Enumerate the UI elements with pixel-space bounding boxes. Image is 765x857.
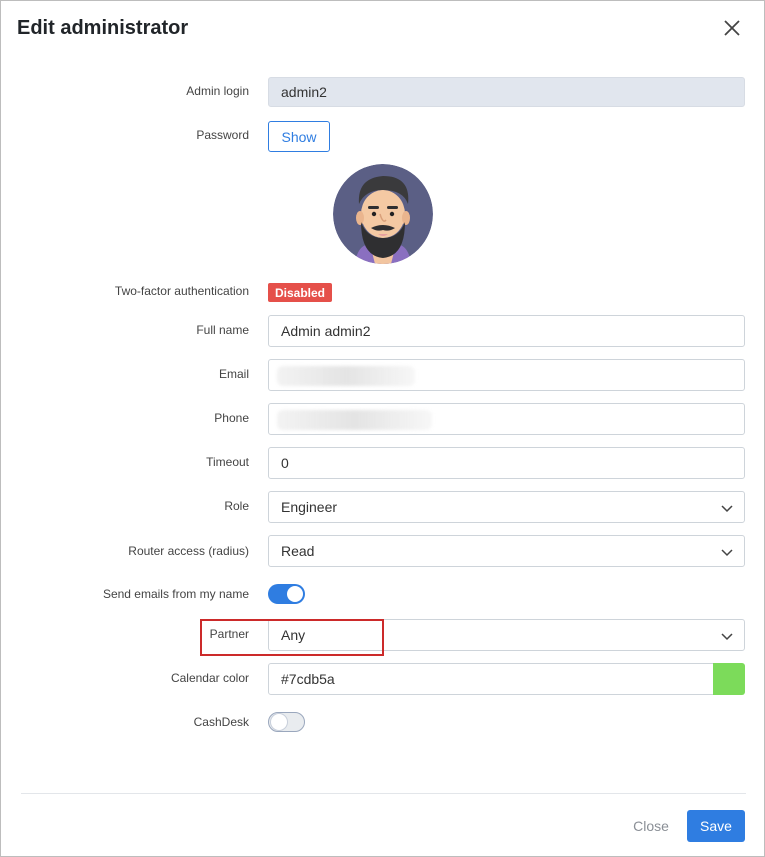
phone-redacted (277, 410, 432, 430)
router-access-select[interactable]: Read (268, 535, 745, 567)
edit-administrator-dialog: Edit administrator Admin login admin2 Pa… (0, 0, 765, 857)
role-value: Engineer (281, 499, 338, 515)
dialog-title: Edit administrator (17, 17, 189, 39)
email-field[interactable] (268, 359, 745, 391)
footer-divider (21, 793, 746, 794)
full-name-label: Full name (196, 323, 249, 337)
timeout-field[interactable]: 0 (268, 447, 745, 479)
router-access-value: Read (281, 543, 315, 559)
admin-login-field: admin2 (268, 77, 745, 107)
admin-login-label: Admin login (186, 84, 249, 98)
phone-label: Phone (214, 411, 249, 425)
email-redacted (277, 366, 415, 386)
toggle-knob (287, 586, 303, 602)
chevron-down-icon (721, 633, 733, 641)
send-emails-label: Send emails from my name (102, 587, 249, 601)
router-access-label: Router access (radius) (128, 544, 249, 558)
partner-select[interactable]: Any (268, 619, 745, 651)
toggle-knob (271, 714, 287, 730)
password-label: Password (196, 128, 249, 142)
calendar-color-label: Calendar color (170, 671, 249, 685)
phone-field[interactable] (268, 403, 745, 435)
full-name-value: Admin admin2 (281, 323, 371, 339)
role-label: Role (224, 499, 249, 513)
email-label: Email (218, 367, 249, 381)
close-button[interactable]: Close (623, 811, 679, 841)
show-password-button[interactable]: Show (268, 121, 330, 152)
calendar-color-value: #7cdb5a (281, 671, 335, 687)
full-name-field[interactable]: Admin admin2 (268, 315, 745, 347)
send-emails-toggle[interactable] (268, 584, 305, 604)
cashdesk-label: CashDesk (193, 715, 249, 729)
partner-label: Partner (209, 627, 249, 641)
partner-value: Any (281, 627, 306, 643)
two-factor-status-badge: Disabled (268, 283, 333, 302)
cashdesk-toggle[interactable] (268, 712, 305, 732)
timeout-label: Timeout (206, 455, 249, 469)
chevron-down-icon (721, 505, 733, 513)
close-icon[interactable] (721, 17, 743, 39)
calendar-color-field[interactable]: #7cdb5a (268, 663, 714, 695)
role-select[interactable]: Engineer (268, 491, 745, 523)
timeout-value: 0 (281, 455, 289, 471)
avatar[interactable] (333, 164, 433, 264)
two-factor-label: Two-factor authentication (114, 284, 249, 298)
calendar-color-swatch[interactable] (713, 663, 745, 695)
admin-login-value: admin2 (281, 84, 327, 100)
chevron-down-icon (721, 549, 733, 557)
save-button[interactable]: Save (687, 810, 745, 842)
